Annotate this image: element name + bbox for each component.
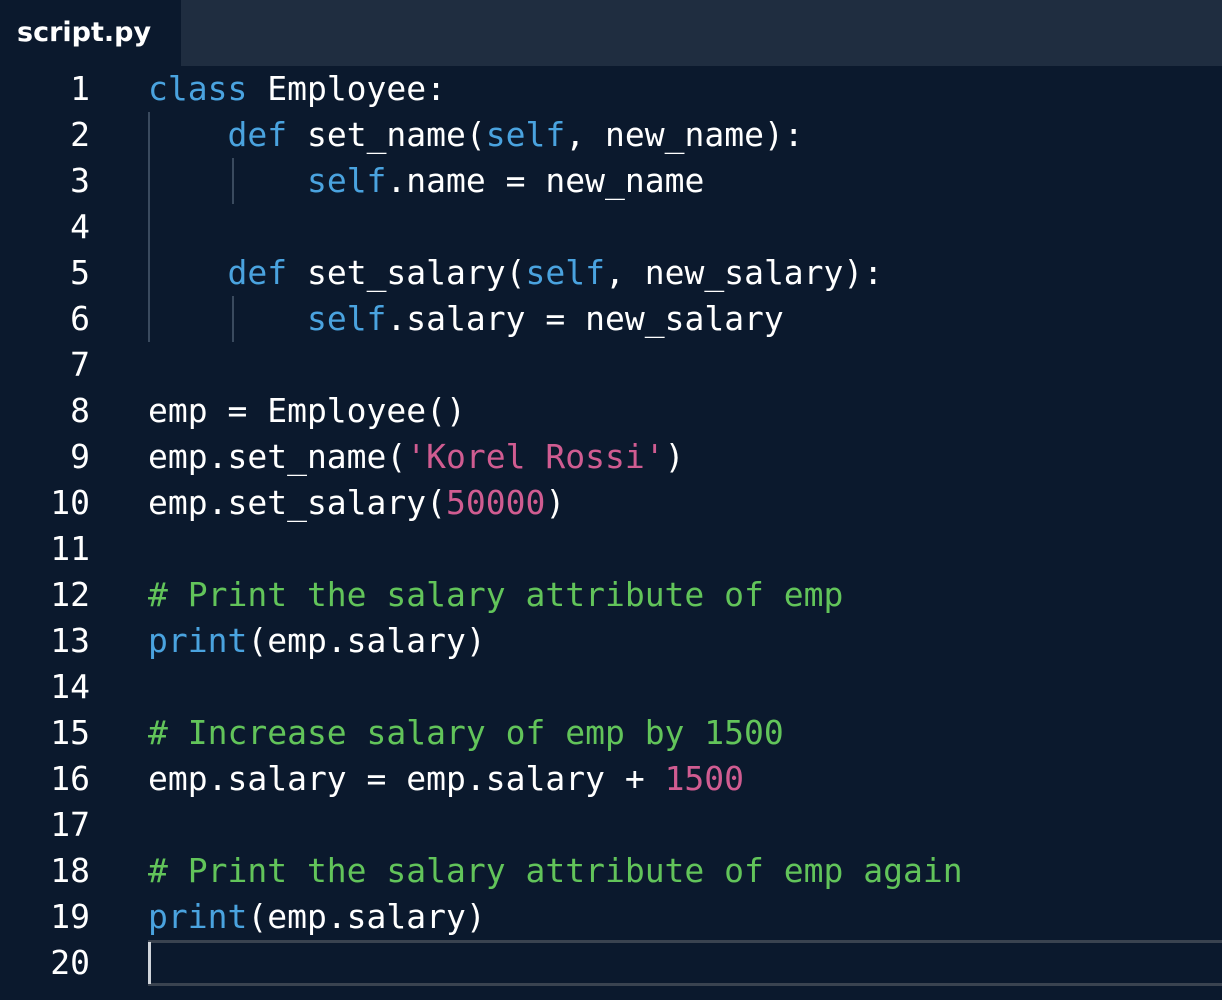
token-kw: def [227, 115, 288, 154]
code-line[interactable]: 12 # Print the salary attribute of emp [0, 572, 1222, 618]
code-area[interactable]: 1 class Employee: 2 def set_name(self, new… [0, 66, 1222, 1000]
line-number: 13 [50, 621, 90, 660]
line-number: 19 [50, 897, 90, 936]
token-text: emp = Employee() [148, 391, 466, 430]
token-text: emp.salary = emp.salary + [148, 759, 665, 798]
token-text: (emp.salary) [247, 897, 486, 936]
token-kw: self [306, 161, 387, 200]
token-kw: print [148, 897, 248, 936]
line-number: 15 [50, 713, 90, 752]
line-content: # Print the salary attribute of emp agai… [148, 848, 963, 894]
line-number: 14 [50, 667, 90, 706]
code-line[interactable]: 11 [0, 526, 1222, 572]
line-content: # Print the salary attribute of emp [148, 572, 843, 618]
line-number: 20 [50, 943, 90, 982]
line-number: 7 [70, 345, 90, 384]
line-number: 16 [50, 759, 90, 798]
line-content: def set_name(self, new_name): [148, 112, 804, 158]
token-text: set_salary( [287, 253, 526, 292]
line-number: 11 [50, 529, 90, 568]
code-line[interactable]: 17 [0, 802, 1222, 848]
code-line[interactable]: 15 # Increase salary of emp by 1500 [0, 710, 1222, 756]
token-num: 1500 [664, 759, 745, 798]
token-text: (emp.salary) [247, 621, 486, 660]
code-line[interactable]: 5 def set_salary(self, new_salary): [0, 250, 1222, 296]
token-kw: def [227, 253, 288, 292]
line-content: emp.set_salary(50000) [148, 480, 565, 526]
token-kw: print [148, 621, 248, 660]
code-line[interactable]: 4 [0, 204, 1222, 250]
code-line[interactable]: 3 self.name = new_name [0, 158, 1222, 204]
line-number: 5 [70, 253, 90, 292]
token-text: ) [545, 483, 566, 522]
line-number: 9 [70, 437, 90, 476]
line-number: 8 [70, 391, 90, 430]
token-com: # Print the salary attribute of emp agai… [148, 851, 963, 890]
token-com: # Increase salary of emp by 1500 [148, 713, 784, 752]
token-kw: self [306, 299, 387, 338]
line-number: 6 [70, 299, 90, 338]
token-text: , new_name): [565, 115, 804, 154]
line-content: class Employee: [148, 66, 446, 112]
code-line[interactable]: 20 [0, 940, 1222, 986]
line-number: 12 [50, 575, 90, 614]
line-number: 1 [70, 69, 90, 108]
tab-script-py[interactable]: script.py [0, 0, 181, 66]
code-line[interactable]: 18 # Print the salary attribute of emp ag… [0, 848, 1222, 894]
line-content: emp.salary = emp.salary + 1500 [148, 756, 744, 802]
token-text: ) [664, 437, 685, 476]
line-number: 2 [70, 115, 90, 154]
token-kw: class [148, 69, 248, 108]
code-editor[interactable]: script.py 1 class Employee: 2 def set_name… [0, 0, 1222, 1000]
line-number: 4 [70, 207, 90, 246]
token-text: Employee: [247, 69, 447, 108]
line-content: emp = Employee() [148, 388, 466, 434]
code-line[interactable]: 14 [0, 664, 1222, 710]
line-content: self.salary = new_salary [148, 296, 784, 342]
code-line[interactable]: 9 emp.set_name('Korel Rossi') [0, 434, 1222, 480]
code-line[interactable]: 19 print(emp.salary) [0, 894, 1222, 940]
code-line[interactable]: 1 class Employee: [0, 66, 1222, 112]
code-line[interactable]: 16 emp.salary = emp.salary + 1500 [0, 756, 1222, 802]
code-line[interactable]: 10 emp.set_salary(50000) [0, 480, 1222, 526]
line-content: def set_salary(self, new_salary): [148, 250, 883, 296]
token-text: .name = new_name [386, 161, 705, 200]
token-num: 50000 [446, 483, 546, 522]
token-kw: self [485, 115, 566, 154]
line-content: print(emp.salary) [148, 618, 486, 664]
token-text: , new_salary): [605, 253, 884, 292]
code-line[interactable]: 8 emp = Employee() [0, 388, 1222, 434]
token-text: .salary = new_salary [386, 299, 784, 338]
line-number: 3 [70, 161, 90, 200]
token-com: # Print the salary attribute of emp [148, 575, 844, 614]
line-content: print(emp.salary) [148, 894, 486, 940]
token-text: emp.set_name( [148, 437, 407, 476]
code-line[interactable]: 6 self.salary = new_salary [0, 296, 1222, 342]
code-line[interactable]: 7 [0, 342, 1222, 388]
token-str: 'Korel Rossi' [406, 437, 665, 476]
tab-bar: script.py [0, 0, 1222, 66]
line-number: 18 [50, 851, 90, 890]
code-line[interactable]: 13 print(emp.salary) [0, 618, 1222, 664]
line-content: emp.set_name('Korel Rossi') [148, 434, 684, 480]
line-content: # Increase salary of emp by 1500 [148, 710, 784, 756]
token-text: set_name( [287, 115, 486, 154]
line-number: 10 [50, 483, 90, 522]
code-line[interactable]: 2 def set_name(self, new_name): [0, 112, 1222, 158]
line-content: self.name = new_name [148, 158, 704, 204]
line-number: 17 [50, 805, 90, 844]
token-text: emp.set_salary( [148, 483, 447, 522]
token-kw: self [525, 253, 605, 292]
